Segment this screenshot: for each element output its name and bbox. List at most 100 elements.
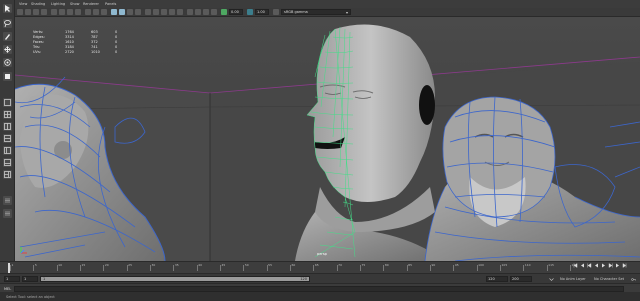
color-management-icon[interactable] bbox=[273, 9, 279, 15]
timeline-tick-label: 10 bbox=[58, 263, 62, 267]
toolbox bbox=[0, 0, 15, 272]
timeline-tick-label: 40 bbox=[198, 263, 202, 267]
isolate-select-icon[interactable] bbox=[195, 9, 201, 15]
timeline-tick-label: 35 bbox=[174, 263, 179, 267]
hud-value: 741 bbox=[91, 45, 98, 49]
exposure-field[interactable]: 0.00 bbox=[229, 9, 243, 15]
time-slider[interactable]: 1 5 10 15 20 25 30 35 40 45 50 55 60 65 70 75 80 85 90 95 10… bbox=[0, 261, 640, 273]
bookmark-icon[interactable] bbox=[33, 9, 39, 15]
timeline-tick-label: 100 bbox=[478, 263, 484, 267]
color-space-dropdown[interactable]: sRGB gamma bbox=[281, 9, 351, 15]
timeline-tick-label: 55 bbox=[268, 263, 272, 267]
xray-icon[interactable] bbox=[203, 9, 209, 15]
safe-title-icon[interactable] bbox=[101, 9, 107, 15]
key-icon[interactable] bbox=[631, 277, 636, 282]
image-plane-icon[interactable] bbox=[41, 9, 47, 15]
hud-label: Faces: bbox=[33, 40, 44, 44]
timeline-tick-label: 50 bbox=[244, 263, 249, 267]
wireframe-icon[interactable] bbox=[111, 9, 117, 15]
graph-layout-icon[interactable] bbox=[3, 158, 12, 167]
scale-tool-icon[interactable] bbox=[3, 72, 12, 81]
anti-aliasing-icon[interactable] bbox=[177, 9, 183, 15]
single-layout-icon[interactable] bbox=[3, 98, 12, 107]
anim-layer-dropdown[interactable]: No Anim Layer bbox=[560, 277, 586, 281]
menu-view[interactable]: View bbox=[19, 2, 27, 6]
hud-value: 3184 bbox=[65, 45, 74, 49]
use-all-lights-icon[interactable] bbox=[145, 9, 151, 15]
gamma-field[interactable]: 1.00 bbox=[255, 9, 269, 15]
motion-blur-icon[interactable] bbox=[169, 9, 175, 15]
end-time-field[interactable]: 200 bbox=[510, 276, 532, 282]
hud-value: 372 bbox=[91, 40, 98, 44]
shadows-icon[interactable] bbox=[153, 9, 159, 15]
gate-mask-icon[interactable] bbox=[75, 9, 81, 15]
command-input[interactable] bbox=[14, 285, 624, 292]
four-view-layout-icon[interactable] bbox=[3, 110, 12, 119]
two-view-layout-icon[interactable] bbox=[3, 122, 12, 131]
chevron-down-icon[interactable] bbox=[549, 277, 554, 282]
rotate-tool-icon[interactable] bbox=[3, 58, 12, 67]
outliner-layout-icon[interactable] bbox=[3, 146, 12, 155]
film-gate-icon[interactable] bbox=[59, 9, 65, 15]
camera-name-label: persp bbox=[317, 252, 327, 256]
go-to-end-icon[interactable] bbox=[622, 263, 627, 268]
help-text: Select Tool: select an object bbox=[6, 294, 55, 299]
menu-lighting[interactable]: Lighting bbox=[51, 2, 65, 6]
paint-select-tool-icon[interactable] bbox=[3, 32, 12, 41]
menu-show[interactable]: Show bbox=[70, 2, 79, 6]
menu-renderer[interactable]: Renderer bbox=[83, 2, 99, 6]
timeline-tick-label: 25 bbox=[128, 263, 132, 267]
textured-icon[interactable] bbox=[135, 9, 141, 15]
smooth-shade-icon[interactable] bbox=[119, 9, 125, 15]
range-slider-start: 1 bbox=[43, 277, 46, 281]
viewport-menubar: View Shading Lighting Show Renderer Pane… bbox=[15, 0, 640, 8]
hud-value: 1610 bbox=[65, 40, 74, 44]
resolution-gate-icon[interactable] bbox=[67, 9, 73, 15]
hud-value: 0 bbox=[115, 30, 118, 34]
hud-value: 2720 bbox=[65, 50, 74, 54]
default-material-icon[interactable] bbox=[127, 9, 133, 15]
field-chart-icon[interactable] bbox=[85, 9, 91, 15]
play-backwards-icon[interactable] bbox=[594, 263, 599, 268]
playback-end-field[interactable]: 120 bbox=[486, 276, 508, 282]
start-time-field[interactable]: 1 bbox=[4, 276, 20, 282]
range-slider[interactable]: 1 120 bbox=[40, 276, 310, 282]
lasso-tool-icon[interactable] bbox=[3, 19, 12, 28]
hud-label: Tris: bbox=[33, 45, 41, 49]
character-set-dropdown[interactable]: No Character Set bbox=[594, 277, 624, 281]
go-to-start-icon[interactable] bbox=[573, 263, 578, 268]
gamma-icon[interactable] bbox=[247, 9, 253, 15]
screen-space-ao-icon[interactable] bbox=[161, 9, 167, 15]
hud-value: 0 bbox=[115, 35, 118, 39]
step-forward-frame-icon[interactable] bbox=[608, 263, 613, 268]
hypershade-layout-icon[interactable] bbox=[3, 170, 12, 179]
stacked-layout-icon[interactable] bbox=[3, 134, 12, 143]
move-tool-icon[interactable] bbox=[3, 45, 12, 54]
depth-of-field-icon[interactable] bbox=[187, 9, 193, 15]
layout-shortcut-2-icon[interactable] bbox=[3, 209, 12, 218]
mel-label[interactable]: MEL bbox=[4, 287, 11, 291]
playback-start-field[interactable]: 1 bbox=[22, 276, 38, 282]
timeline-tick-label: 45 bbox=[221, 263, 226, 267]
xray-joints-icon[interactable] bbox=[211, 9, 217, 15]
step-forward-key-icon[interactable] bbox=[615, 263, 620, 268]
hud-value: 1764 bbox=[65, 30, 74, 34]
step-back-frame-icon[interactable] bbox=[587, 263, 592, 268]
camera-select-icon[interactable] bbox=[17, 9, 23, 15]
timeline-tick-label: 105 bbox=[501, 263, 508, 267]
menu-panels[interactable]: Panels bbox=[105, 2, 116, 6]
timeline-tick-label: 110 bbox=[524, 263, 531, 267]
camera-attributes-icon[interactable] bbox=[25, 9, 31, 15]
timeline-tick-label: 70 bbox=[338, 263, 342, 267]
viewport-3d[interactable]: Verts: 1764 603 0 Edges: 3314 787 0 Face… bbox=[15, 17, 640, 261]
play-forwards-icon[interactable] bbox=[601, 263, 606, 268]
scene-render bbox=[15, 17, 640, 261]
layout-shortcut-icon[interactable] bbox=[3, 196, 12, 205]
timeline-tick-label: 5 bbox=[34, 263, 37, 267]
exposure-icon[interactable] bbox=[221, 9, 227, 15]
safe-action-icon[interactable] bbox=[93, 9, 99, 15]
step-back-key-icon[interactable] bbox=[580, 263, 585, 268]
grid-icon[interactable] bbox=[51, 9, 57, 15]
select-tool-icon[interactable] bbox=[3, 4, 12, 13]
menu-shading[interactable]: Shading bbox=[31, 2, 45, 6]
